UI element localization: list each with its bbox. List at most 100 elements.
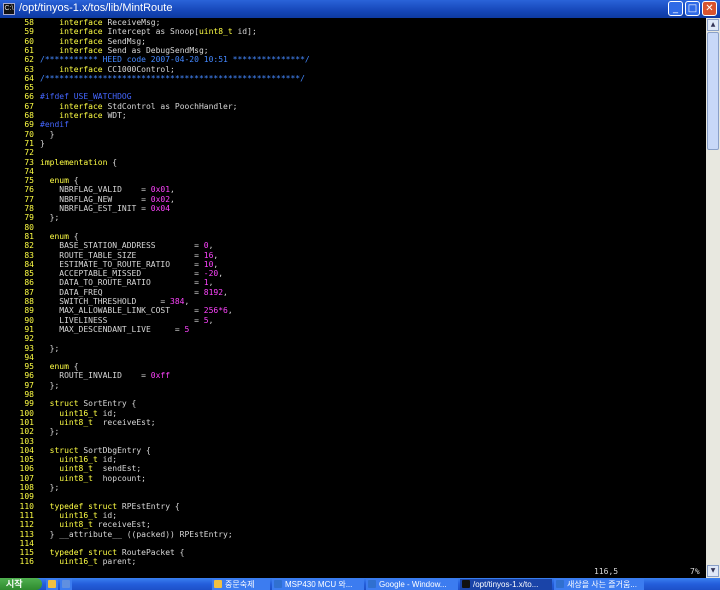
code-token: implementation — [40, 157, 108, 167]
code-token: uint8_t — [40, 473, 93, 483]
terminal-editor[interactable]: 58 interface ReceiveMsg; 59 interface Int… — [0, 18, 706, 578]
code-line: 94 — [0, 353, 700, 362]
close-button[interactable]: ✕ — [702, 1, 717, 16]
code-token: 16 — [203, 250, 214, 260]
line-number: 111 — [19, 510, 34, 520]
code-token: uint16_t — [40, 510, 98, 520]
taskbar-button[interactable] — [60, 579, 72, 590]
code-token: } — [40, 138, 45, 148]
code-token: NBRFLAG_NEW = — [40, 194, 151, 204]
code-line: 98 — [0, 390, 700, 399]
vertical-scrollbar[interactable]: ▲ ▼ — [706, 18, 720, 578]
taskbar-button[interactable]: 중문숙제 — [212, 579, 270, 590]
editor-status-line: 116,5 7% — [0, 567, 706, 576]
scroll-percent: 7% — [690, 567, 700, 576]
line-number: 69 — [24, 120, 34, 130]
code-line: 115 typedef struct RoutePacket { — [0, 548, 700, 557]
scroll-down-arrow-icon[interactable]: ▼ — [707, 565, 719, 577]
code-token: receiveEst; — [92, 417, 156, 427]
line-number: 73 — [24, 157, 34, 167]
line-number: 100 — [19, 408, 34, 418]
code-token: enum — [40, 231, 69, 241]
code-token: 0x04 — [150, 204, 171, 213]
code-token: typedef struct — [40, 501, 118, 511]
start-button[interactable]: 시작 — [0, 578, 42, 590]
code-line: 62 /*********** HEED code 2007-04-20 10:5… — [0, 55, 700, 64]
scroll-up-arrow-icon[interactable]: ▲ — [707, 19, 719, 31]
code-token: NBRFLAG_EST_INIT = — [40, 204, 151, 213]
code-token: { — [68, 362, 79, 372]
code-token: NBRFLAG_VALID = — [40, 185, 151, 195]
scrollbar-thumb[interactable] — [707, 32, 719, 150]
code-line: 63 interface CC1000Control; — [0, 65, 700, 74]
code-token: interface — [40, 101, 103, 111]
taskbar-button[interactable]: Google - Window... — [366, 579, 458, 590]
code-line: 96 ROUTE_INVALID = 0xff — [0, 371, 700, 380]
code-line: 76 NBRFLAG_VALID = 0x01, — [0, 185, 700, 194]
cursor-position: 116,5 — [594, 567, 619, 576]
code-token: sendEst; — [92, 464, 142, 474]
code-token: }; — [40, 483, 60, 492]
title-bar[interactable]: C:\ /opt/tinyos-1.x/tos/lib/MintRoute _ … — [0, 0, 720, 18]
code-line: 64 /*************************************… — [0, 74, 700, 83]
line-number: 64 — [24, 73, 34, 83]
code-line: 107 uint8_t hopcount; — [0, 474, 700, 483]
code-token: id; — [97, 510, 118, 520]
code-token: ReceiveMsg; — [102, 18, 161, 27]
code-line: 77 NBRFLAG_NEW = 0x02, — [0, 195, 700, 204]
line-number: 78 — [24, 204, 34, 213]
code-token: SortEntry { — [78, 399, 137, 409]
code-token: , — [184, 297, 190, 306]
code-token: receiveEst; — [92, 520, 151, 530]
code-line: 78 NBRFLAG_EST_INIT = 0x04 — [0, 204, 700, 213]
code-line: 113 } __attribute__ ((packed)) RPEstEntr… — [0, 530, 700, 539]
code-token: interface — [40, 64, 103, 74]
code-token: hopcount; — [92, 473, 146, 483]
code-line: 67 interface StdControl as PoochHandler; — [0, 102, 700, 111]
code-token: 0x01 — [150, 185, 171, 195]
taskbar-button[interactable]: /opt/tinyos-1.x/to... — [460, 579, 552, 590]
code-token: }; — [40, 213, 60, 223]
code-token: { — [68, 231, 79, 241]
line-number: 110 — [19, 501, 34, 511]
code-line: 68 interface WDT; — [0, 111, 700, 120]
taskbar-button-label: 중문숙제 — [225, 580, 255, 589]
line-number: 105 — [19, 455, 34, 465]
code-token: SWITCH_THRESHOLD = — [40, 297, 171, 306]
line-number: 95 — [24, 362, 34, 372]
taskbar-button[interactable]: MSP430 MCU 와... — [272, 579, 364, 590]
code-token: interface — [40, 27, 103, 37]
code-line: 116 uint16_t parent; — [0, 557, 700, 566]
taskbar-button[interactable] — [46, 579, 58, 590]
code-token: Intercept as Snoop[ — [102, 27, 199, 37]
line-number: 62 — [24, 55, 34, 65]
code-token: , — [170, 194, 175, 204]
code-line: 110 typedef struct RPEstEntry { — [0, 502, 700, 511]
code-line: 91 MAX_DESCENDANT_LIVE = 5 — [0, 325, 700, 334]
code-token: , — [218, 269, 224, 279]
minimize-button[interactable]: _ — [668, 1, 683, 16]
app-icon — [556, 580, 564, 588]
code-token: /***************************************… — [40, 73, 305, 83]
code-token: uint8_t — [198, 27, 233, 37]
code-token: parent; — [97, 557, 137, 567]
code-token: }; — [40, 343, 60, 353]
code-token: DATA_TO_ROUTE_RATIO = — [40, 278, 204, 288]
line-number: 71 — [24, 138, 34, 148]
code-token: StdControl as PoochHandler; — [102, 101, 238, 111]
code-token: 8192 — [203, 287, 224, 297]
code-token: , — [227, 306, 233, 316]
code-line: 111 uint16_t id; — [0, 511, 700, 520]
app-icon — [62, 580, 70, 588]
line-number: 92 — [24, 334, 34, 344]
code-token: struct — [40, 399, 79, 409]
line-number: 113 — [19, 529, 34, 539]
maximize-button[interactable]: □ — [685, 1, 700, 16]
line-number: 108 — [19, 483, 34, 492]
code-token: 0x02 — [150, 194, 171, 204]
line-number: 60 — [24, 36, 34, 46]
window-title: /opt/tinyos-1.x/tos/lib/MintRoute — [19, 2, 173, 14]
code-token: enum — [40, 176, 69, 186]
taskbar-button[interactable]: 새상을 사는 즐거움... — [554, 579, 644, 590]
code-token: , — [213, 259, 219, 269]
